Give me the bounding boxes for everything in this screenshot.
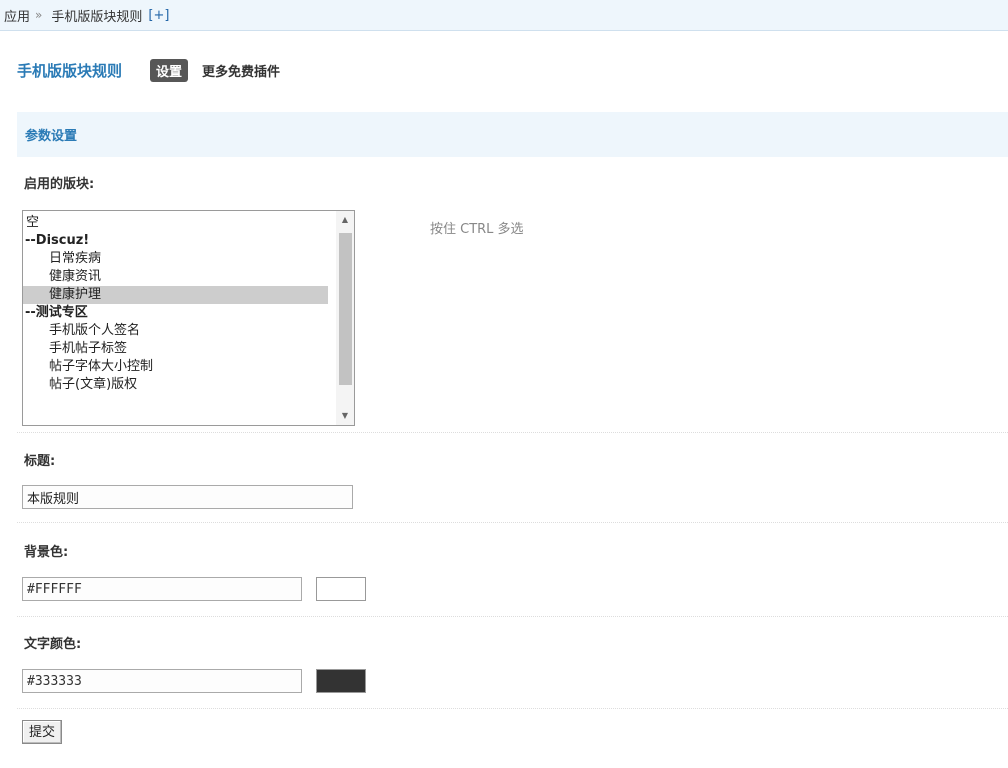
forum-option[interactable]: 日常疾病 — [23, 250, 328, 268]
section-header: 参数设置 — [17, 112, 1008, 157]
forum-option[interactable]: 帖子(文章)版权 — [23, 376, 328, 394]
divider — [17, 708, 1008, 709]
forums-label: 启用的版块: — [24, 177, 95, 192]
submit-button[interactable]: 提交 — [22, 720, 63, 744]
section-title: 参数设置 — [25, 129, 78, 144]
textcolor-input[interactable] — [22, 669, 302, 693]
forum-group-option[interactable]: --测试专区 — [23, 304, 328, 322]
forum-group-option[interactable]: --Discuz! — [23, 232, 328, 250]
forum-option[interactable]: 手机帖子标签 — [23, 340, 328, 358]
scroll-down-icon[interactable]: ▼ — [336, 407, 354, 425]
forum-option[interactable]: 健康资讯 — [23, 268, 328, 286]
breadcrumb-bar: 应用 » 手机版版块规则 [+] — [0, 0, 1008, 31]
breadcrumb-separator: » — [35, 8, 43, 22]
title-label: 标题: — [24, 454, 56, 469]
multiselect-hint: 按住 CTRL 多选 — [430, 222, 524, 237]
breadcrumb-app[interactable]: 应用 — [4, 6, 30, 25]
title-input[interactable] — [22, 485, 353, 509]
bgcolor-swatch[interactable] — [316, 577, 366, 601]
forum-option[interactable]: 健康护理 — [23, 286, 328, 304]
forum-option[interactable]: 手机版个人签名 — [23, 322, 328, 340]
forum-options: 空 --Discuz! 日常疾病 健康资讯 健康护理 --测试专区 手机版个人签名 手机帖子标… — [23, 214, 328, 394]
divider — [17, 616, 1008, 617]
tab-more-plugins[interactable]: 更多免费插件 — [202, 61, 280, 80]
forum-option[interactable]: 帖子字体大小控制 — [23, 358, 328, 376]
divider — [17, 522, 1008, 523]
plugin-title[interactable]: 手机版版块规则 — [17, 60, 122, 81]
scroll-thumb[interactable] — [339, 233, 352, 385]
add-shortcut-link[interactable]: [+] — [148, 8, 169, 23]
bgcolor-input[interactable] — [22, 577, 302, 601]
plugin-header: 手机版版块规则 设置 更多免费插件 — [17, 57, 280, 83]
textcolor-label: 文字颜色: — [24, 637, 82, 652]
forum-option[interactable]: 空 — [23, 214, 328, 232]
tab-settings[interactable]: 设置 — [150, 58, 189, 82]
forum-multiselect[interactable]: 空 --Discuz! 日常疾病 健康资讯 健康护理 --测试专区 手机版个人签名 手机帖子标… — [22, 210, 355, 426]
bgcolor-label: 背景色: — [24, 545, 69, 560]
divider — [17, 432, 1008, 433]
scroll-up-icon[interactable]: ▲ — [336, 211, 354, 229]
listbox-scrollbar[interactable]: ▲ ▼ — [336, 211, 354, 425]
textcolor-swatch[interactable] — [316, 669, 366, 693]
breadcrumb-plugin[interactable]: 手机版版块规则 — [51, 6, 142, 25]
